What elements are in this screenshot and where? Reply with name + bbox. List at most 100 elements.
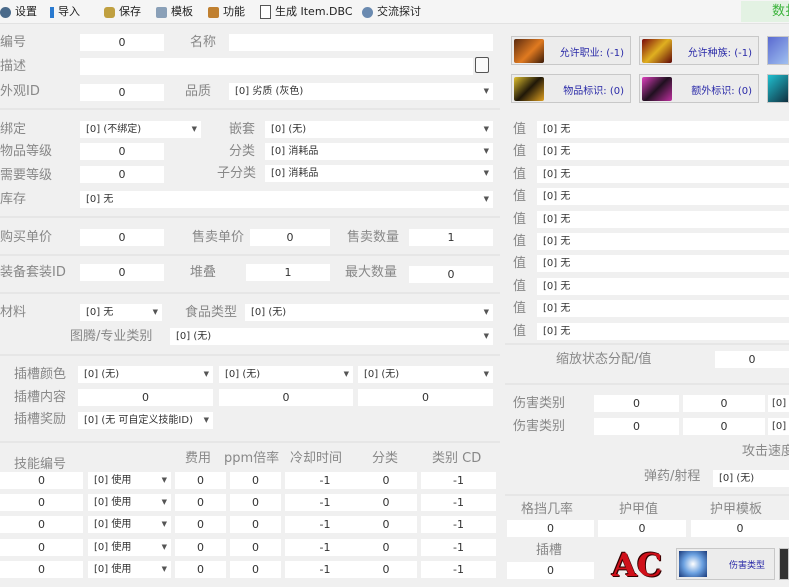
socket-color-1-select[interactable]: [0] (无) ▼ <box>78 366 213 383</box>
item-level-field[interactable]: 0 <box>80 143 164 160</box>
stock-select[interactable]: [0] 无 ▼ <box>80 191 493 208</box>
spell-id-field[interactable]: 0 <box>0 561 83 578</box>
food-type-select[interactable]: [0] (无) ▼ <box>245 304 493 321</box>
spell-cost-field[interactable]: 0 <box>175 472 226 489</box>
settings-button[interactable]: 设置 <box>0 3 37 21</box>
allowed-class-button[interactable]: 允许职业: (-1) <box>511 36 631 65</box>
spell-id-field[interactable]: 0 <box>0 539 83 556</box>
spell-category-field[interactable]: 0 <box>355 561 417 578</box>
socket-color-3-select[interactable]: [0] (无) ▼ <box>358 366 493 383</box>
spell-cost-field[interactable]: 0 <box>175 494 226 511</box>
spell-category-field[interactable]: 0 <box>355 539 417 556</box>
notepad-icon[interactable] <box>475 57 489 73</box>
spell-cooldown-field[interactable]: -1 <box>285 494 365 511</box>
spell-cooldown-field[interactable]: -1 <box>285 561 365 578</box>
spell-id-field[interactable]: 0 <box>0 516 83 533</box>
subclass-select[interactable]: [0] 消耗品 ▼ <box>265 165 493 182</box>
stat-type-select[interactable]: [0] 无 <box>537 233 789 250</box>
item-set-field[interactable]: 0 <box>80 264 164 281</box>
socket-content-3-field[interactable]: 0 <box>358 389 493 406</box>
extra-icon[interactable] <box>779 548 789 580</box>
stat-type-select[interactable]: [0] 无 <box>537 121 789 138</box>
function-button[interactable]: 功能 <box>208 3 245 21</box>
socket-content-2-field[interactable]: 0 <box>219 389 353 406</box>
socket-color-2-select[interactable]: [0] (无) ▼ <box>219 366 353 383</box>
required-level-field[interactable]: 0 <box>80 166 164 183</box>
sell-count-field[interactable]: 1 <box>409 229 493 246</box>
display-id-field[interactable]: 0 <box>80 84 164 101</box>
buy-price-field[interactable]: 0 <box>80 229 164 246</box>
import-button[interactable]: 导入 <box>50 3 80 21</box>
damage-type-1-select[interactable]: [0] <box>768 395 789 412</box>
spell-id-field[interactable]: 0 <box>0 494 83 511</box>
stat-type-select[interactable]: [0] 无 <box>537 210 789 228</box>
ammo-select[interactable]: [0] (无) <box>713 470 789 487</box>
extra-icon[interactable] <box>767 36 789 65</box>
save-button[interactable]: 保存 <box>104 3 141 21</box>
class-select[interactable]: [0] 消耗品 ▼ <box>265 143 493 160</box>
spell-id-field[interactable]: 0 <box>0 472 83 489</box>
allowed-race-button[interactable]: 允许种族: (-1) <box>639 36 759 65</box>
spell-cooldown-field[interactable]: -1 <box>285 516 365 533</box>
spell-cost-field[interactable]: 0 <box>175 539 226 556</box>
discuss-button[interactable]: 交流探讨 <box>362 3 421 21</box>
spell-category-field[interactable]: 0 <box>355 494 417 511</box>
spell-ppm-field[interactable]: 0 <box>230 494 281 511</box>
spell-ppm-field[interactable]: 0 <box>230 561 281 578</box>
spell-category-cd-field[interactable]: -1 <box>421 516 496 533</box>
bind-select[interactable]: [0] (不绑定) ▼ <box>80 121 201 138</box>
spell-ppm-field[interactable]: 0 <box>230 516 281 533</box>
spell-trigger-select[interactable]: [0] 使用 ▼ <box>88 561 171 578</box>
stack-field[interactable]: 1 <box>246 264 330 281</box>
spell-ppm-field[interactable]: 0 <box>230 539 281 556</box>
spell-trigger-select[interactable]: [0] 使用 ▼ <box>88 516 171 533</box>
id-field[interactable]: 0 <box>80 34 164 51</box>
block-field[interactable]: 0 <box>507 520 594 537</box>
damage-min-1-field[interactable]: 0 <box>594 395 679 412</box>
spell-cooldown-field[interactable]: -1 <box>285 472 365 489</box>
damage-type-2-select[interactable]: [0] <box>768 418 789 435</box>
quality-select[interactable]: [0] 劣质 (灰色) ▼ <box>229 83 493 100</box>
socket-slot-field[interactable]: 0 <box>507 562 594 579</box>
scaling-field[interactable]: 0 <box>715 351 789 368</box>
damage-min-2-field[interactable]: 0 <box>594 418 679 435</box>
spell-category-field[interactable]: 0 <box>355 516 417 533</box>
spell-cost-field[interactable]: 0 <box>175 561 226 578</box>
stat-type-select[interactable]: [0] 无 <box>537 255 789 273</box>
spell-cooldown-field[interactable]: -1 <box>285 539 365 556</box>
damage-max-2-field[interactable]: 0 <box>683 418 765 435</box>
extra-flags-button[interactable]: 额外标识: (0) <box>639 74 759 103</box>
data-tab[interactable]: 数扌 <box>741 1 789 22</box>
armor-class-icon[interactable]: AC <box>612 545 662 585</box>
armor-template-field[interactable]: 0 <box>691 520 789 537</box>
item-flags-button[interactable]: 物品标识: (0) <box>511 74 631 103</box>
damage-type-button[interactable]: 伤害类型 <box>676 548 775 580</box>
spell-ppm-field[interactable]: 0 <box>230 472 281 489</box>
sell-price-field[interactable]: 0 <box>250 229 330 246</box>
stat-type-select[interactable]: [0] 无 <box>537 277 789 295</box>
name-field[interactable] <box>229 34 493 51</box>
max-count-field[interactable]: 0 <box>409 266 493 283</box>
spell-category-cd-field[interactable]: -1 <box>421 561 496 578</box>
socket-content-1-field[interactable]: 0 <box>78 389 213 406</box>
extra-icon[interactable] <box>767 74 789 103</box>
spell-trigger-select[interactable]: [0] 使用 ▼ <box>88 539 171 556</box>
spell-category-cd-field[interactable]: -1 <box>421 472 496 489</box>
stat-type-select[interactable]: [0] 无 <box>537 143 789 161</box>
totem-select[interactable]: [0] (无) ▼ <box>170 328 493 345</box>
stat-type-select[interactable]: [0] 无 <box>537 300 789 318</box>
armor-field[interactable]: 0 <box>598 520 686 537</box>
spell-category-field[interactable]: 0 <box>355 472 417 489</box>
damage-max-1-field[interactable]: 0 <box>683 395 765 412</box>
template-button[interactable]: 模板 <box>156 3 193 21</box>
socket-bonus-select[interactable]: [0] (无 可自定义技能ID) ▼ <box>78 412 213 429</box>
stat-type-select[interactable]: [0] 无 <box>537 322 789 340</box>
material-select[interactable]: [0] 无 ▼ <box>80 304 162 321</box>
spell-trigger-select[interactable]: [0] 使用 ▼ <box>88 472 171 489</box>
spell-trigger-select[interactable]: [0] 使用 ▼ <box>88 494 171 511</box>
stat-type-select[interactable]: [0] 无 <box>537 165 789 183</box>
socket-select[interactable]: [0] (无) ▼ <box>265 121 493 138</box>
stat-type-select[interactable]: [0] 无 <box>537 188 789 206</box>
spell-category-cd-field[interactable]: -1 <box>421 494 496 511</box>
generate-dbc-button[interactable]: 生成 Item.DBC <box>260 3 353 21</box>
